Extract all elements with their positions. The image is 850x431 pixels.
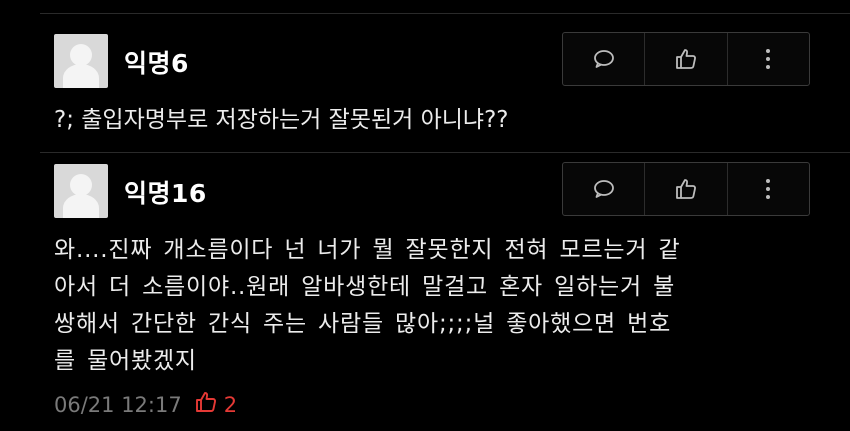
- more-button[interactable]: [728, 33, 809, 85]
- comment-item: 익명16 와....진짜 개소름이다 넌 너가 뭘 잘못한지 전혀 모르는거 같…: [54, 162, 810, 380]
- more-vertical-icon: [765, 178, 771, 200]
- comment-date: 06/21 12:17: [54, 392, 182, 417]
- comment-author: 익명6: [124, 49, 189, 78]
- avatar-head-shape: [70, 174, 92, 196]
- more-vertical-icon: [765, 48, 771, 70]
- comment-actions: [562, 162, 810, 216]
- thumbs-up-icon: [674, 47, 698, 71]
- like-indicator: 2: [194, 390, 237, 419]
- comment-actions: [562, 32, 810, 86]
- like-button[interactable]: [645, 163, 728, 215]
- like-count: 2: [223, 392, 238, 417]
- more-button[interactable]: [728, 163, 809, 215]
- avatar-head-shape: [70, 44, 92, 66]
- comment-header: 익명6: [54, 32, 810, 90]
- reply-button[interactable]: [563, 33, 646, 85]
- reply-button[interactable]: [563, 163, 646, 215]
- avatar-body-shape: [63, 64, 99, 88]
- avatar-body-shape: [63, 194, 99, 218]
- like-button[interactable]: [645, 33, 728, 85]
- divider: [40, 13, 850, 14]
- comment-item: 익명6 ?; 출입자명부로 저장하는거 잘못된거 아니냐??: [54, 32, 810, 139]
- comment-author: 익명16: [124, 179, 207, 208]
- speech-bubble-icon: [593, 179, 615, 199]
- avatar: [54, 34, 108, 88]
- thumbs-up-icon: [194, 390, 218, 419]
- comment-thread: 익명6 ?; 출입자명부로 저장하는거 잘못된거 아니냐?? 익명16 와...…: [0, 0, 850, 431]
- comment-text: ?; 출입자명부로 저장하는거 잘못된거 아니냐??: [54, 107, 509, 133]
- avatar: [54, 164, 108, 218]
- comment-meta: 06/21 12:17 2: [54, 390, 237, 419]
- thumbs-up-icon: [674, 177, 698, 201]
- comment-text: 와....진짜 개소름이다 넌 너가 뭘 잘못한지 전혀 모르는거 같 아서 더…: [54, 237, 681, 374]
- divider: [40, 152, 850, 153]
- speech-bubble-icon: [593, 49, 615, 69]
- comment-header: 익명16: [54, 162, 810, 220]
